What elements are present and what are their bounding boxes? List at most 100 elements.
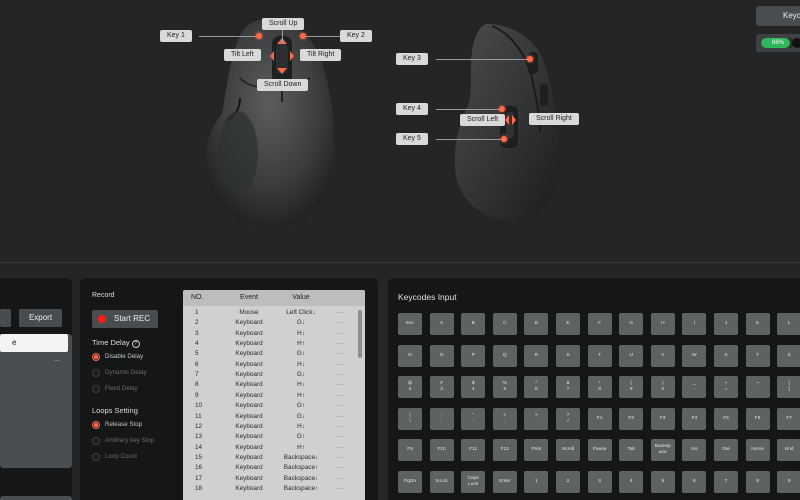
add-macro-button[interactable] [0, 496, 72, 500]
table-row[interactable]: 14 Keyboard H↑ ··· [183, 443, 365, 453]
keycode-key[interactable]: F12 [492, 439, 517, 461]
table-row[interactable]: 7 Keyboard G↓ ··· [183, 370, 365, 380]
keycode-key[interactable]: F1 [587, 407, 612, 430]
keycode-key[interactable]: F6 [745, 407, 770, 430]
keycode-key[interactable]: F4 [682, 407, 707, 430]
keycode-key[interactable]: 4 [619, 470, 644, 493]
macro-list-item-selected[interactable]: e [0, 334, 68, 352]
keycode-key[interactable]: K [745, 313, 770, 335]
label-tilt-right[interactable]: Tilt Right [300, 49, 342, 61]
keycode-key[interactable]: # 3 [429, 376, 454, 398]
label-scroll-up[interactable]: Scroll Up [262, 18, 305, 30]
table-row[interactable]: 1 Mouse Left Click↓ ··· [183, 308, 365, 318]
keycode-key[interactable]: + = [714, 376, 738, 398]
row-more-icon[interactable]: ··· [337, 370, 343, 380]
table-row[interactable]: 13 Keyboard G↑ ··· [183, 432, 365, 442]
keycode-key[interactable]: C [492, 313, 517, 335]
keycode-key[interactable]: E [556, 313, 580, 335]
keycode-key[interactable]: B [461, 313, 486, 335]
keycode-key[interactable]: Pause [587, 439, 612, 461]
keycode-key[interactable]: P [461, 344, 486, 367]
keycode-key[interactable]: F2 [619, 407, 644, 430]
label-key2[interactable]: Key 2 [340, 30, 372, 42]
radio-dynamic-delay[interactable]: Dynamic Delay [92, 368, 147, 378]
keycode-key[interactable]: : ; [429, 407, 454, 430]
keycode-key[interactable]: Ins [682, 439, 707, 461]
keycode-key[interactable]: O [429, 344, 454, 367]
row-more-icon[interactable]: ··· [337, 380, 343, 390]
keycode-key[interactable]: 5 [650, 470, 675, 493]
row-more-icon[interactable]: ··· [337, 463, 343, 473]
keycode-key[interactable]: F [587, 313, 612, 335]
row-more-icon[interactable]: ··· [337, 329, 343, 339]
table-scrollbar[interactable] [358, 310, 362, 358]
keycode-key[interactable]: Z [777, 344, 800, 367]
keycode-key[interactable]: 8 [745, 470, 770, 493]
row-more-icon[interactable]: ··· [337, 339, 343, 349]
keycode-key[interactable]: G [619, 313, 644, 335]
keycode-key[interactable]: | \ [398, 407, 422, 430]
table-row[interactable]: 17 Keyboard Backspace↓ ··· [183, 474, 365, 484]
row-more-icon[interactable]: ··· [337, 349, 343, 359]
table-row[interactable]: 5 Keyboard G↑ ··· [183, 349, 365, 359]
keycode-key[interactable]: Q [492, 344, 517, 367]
keycode-key[interactable]: " ' [461, 407, 486, 430]
keycode-key[interactable]: ( 9 [619, 376, 644, 398]
keycode-key[interactable]: W [682, 344, 707, 367]
label-key1[interactable]: Key 1 [160, 30, 192, 42]
table-row[interactable]: 3 Keyboard H↓ ··· [183, 329, 365, 339]
start-rec-button[interactable]: Start REC [92, 310, 158, 328]
more-icon[interactable]: ... [54, 356, 60, 363]
keycode-key[interactable]: X [714, 344, 738, 367]
keycode-key[interactable]: PgDn [398, 470, 422, 493]
radio-fixed-delay[interactable]: Fixed Delay [92, 384, 138, 394]
import-button[interactable] [0, 309, 11, 327]
table-row[interactable]: 11 Keyboard G↓ ··· [183, 412, 365, 422]
table-row[interactable]: 10 Keyboard G↑ ··· [183, 401, 365, 411]
table-row[interactable]: 8 Keyboard H↓ ··· [183, 380, 365, 390]
table-row[interactable]: 18 Keyboard Backspace↑ ··· [183, 484, 365, 494]
radio-disable-delay[interactable]: Disable Delay [92, 352, 143, 362]
label-scroll-down[interactable]: Scroll Down [257, 79, 309, 91]
label-scroll-left[interactable]: Scroll Left [460, 114, 506, 126]
keycode-key[interactable]: 7 [714, 470, 738, 493]
keycode-key[interactable]: H [650, 313, 675, 335]
keycode-key[interactable]: $ 4 [461, 376, 486, 398]
keycode-key[interactable]: Backsp ace [650, 439, 675, 461]
keycode-key[interactable]: 9 [777, 470, 800, 493]
keycode-key[interactable]: I [682, 313, 707, 335]
keycode-key[interactable]: < , [492, 407, 517, 430]
keycode-key[interactable]: F9 [398, 439, 422, 461]
keycode-key[interactable]: N.Lck [429, 470, 454, 493]
keycode-key[interactable]: Print [524, 439, 549, 461]
row-more-icon[interactable]: ··· [337, 360, 343, 370]
macro-list[interactable]: e ... [0, 334, 72, 468]
row-more-icon[interactable]: ··· [337, 484, 343, 494]
help-icon[interactable]: ? [131, 340, 140, 348]
row-more-icon[interactable]: ··· [337, 432, 343, 442]
keycode-key[interactable]: F11 [461, 439, 486, 461]
keycode-key[interactable]: J [714, 313, 738, 335]
radio-release-stop[interactable]: Release Stop [92, 420, 142, 430]
label-key5[interactable]: Key 5 [396, 133, 428, 145]
export-button[interactable]: Export [19, 309, 62, 327]
keycode-key[interactable]: 3 [587, 470, 612, 493]
label-key4[interactable]: Key 4 [396, 103, 428, 115]
table-row[interactable]: 2 Keyboard G↓ ··· [183, 318, 365, 328]
keycode-key[interactable]: Scroll [556, 439, 580, 461]
table-row[interactable]: 16 Keyboard Backspace↑ ··· [183, 463, 365, 473]
keycode-key[interactable]: Caps Lock [461, 470, 486, 493]
table-row[interactable]: 15 Keyboard Backspace↓ ··· [183, 453, 365, 463]
keycode-key[interactable]: Y [745, 344, 770, 367]
label-tilt-left[interactable]: Tilt Left [224, 49, 261, 61]
keycode-key[interactable]: > . [524, 407, 549, 430]
keycode-key[interactable]: { [ [777, 376, 800, 398]
row-more-icon[interactable]: ··· [337, 453, 343, 463]
radio-loop-count[interactable]: Loop Count [92, 452, 137, 462]
radio-arbitrary-key-stop[interactable]: Arbitrary key Stop [92, 436, 154, 446]
keycode-key[interactable]: Enter [492, 470, 517, 493]
keycode-key[interactable]: Home [745, 439, 770, 461]
table-row[interactable]: 6 Keyboard H↓ ··· [183, 360, 365, 370]
keycode-key[interactable]: V [650, 344, 675, 367]
keycode-key[interactable]: F7 [777, 407, 800, 430]
